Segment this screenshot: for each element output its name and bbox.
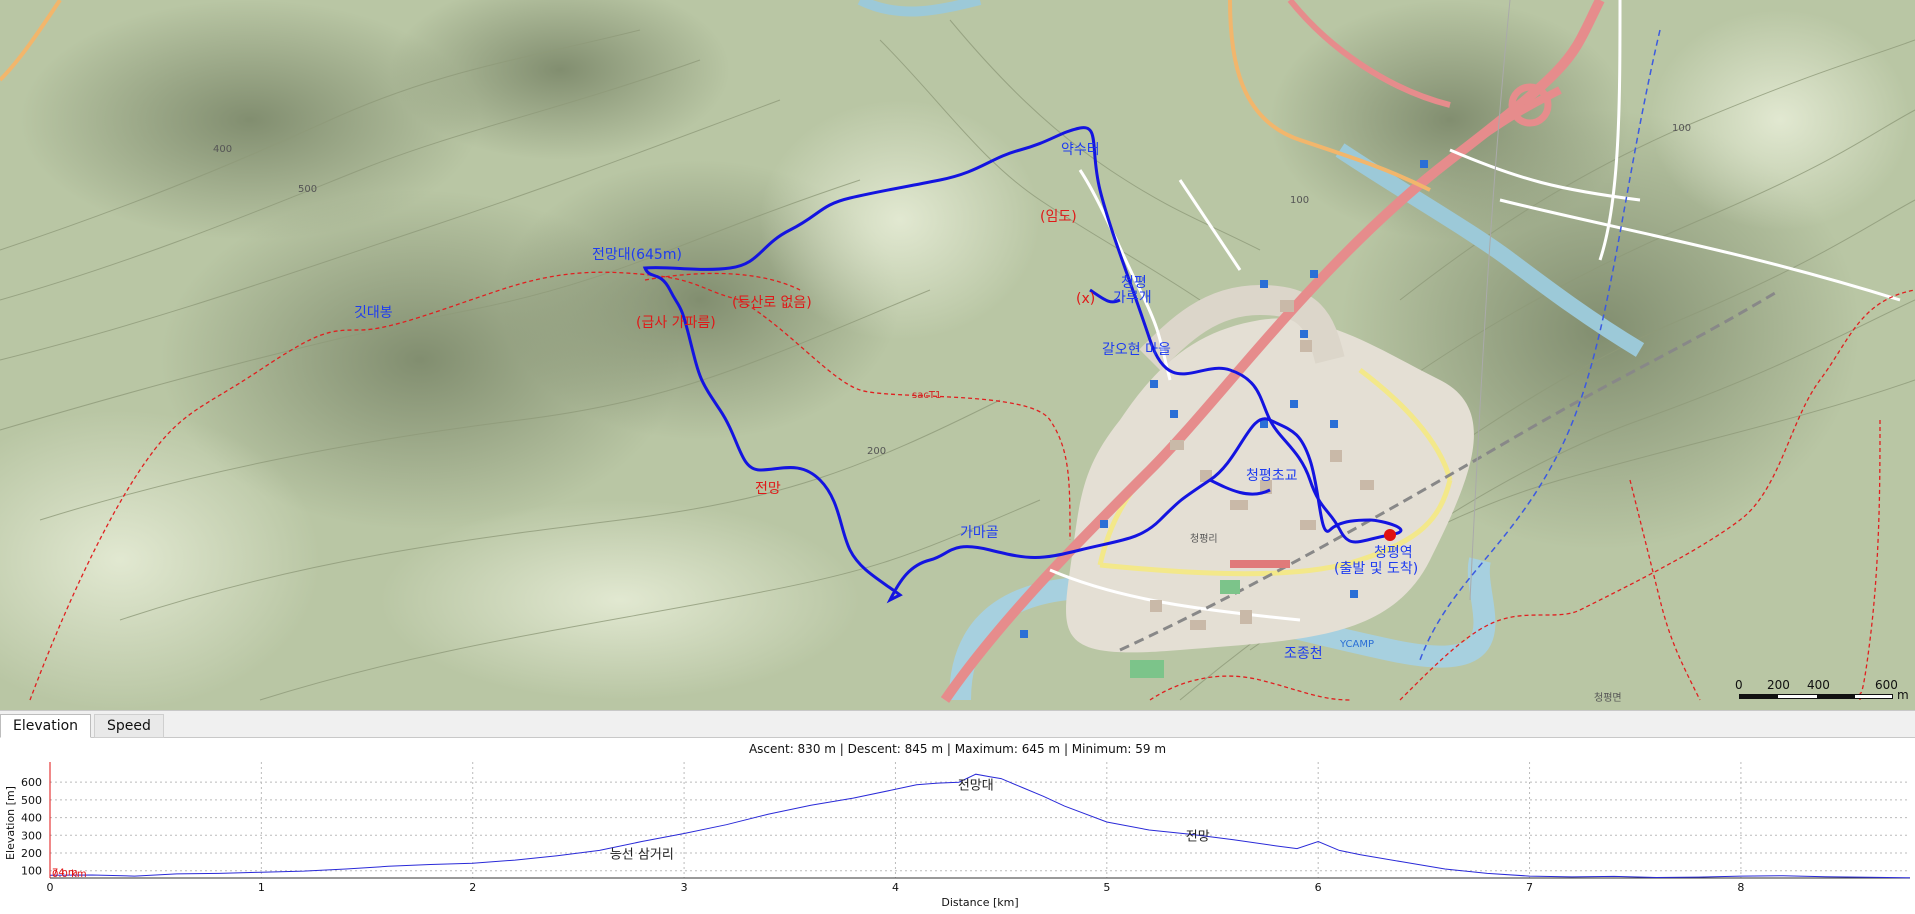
elevation-profile[interactable]: Ascent: 830 m | Descent: 845 m | Maximum… <box>0 738 1915 914</box>
label-x-mark: (x) <box>1076 291 1096 307</box>
annotation-view: 전망 <box>1186 830 1210 845</box>
label-cheongpyeong: 청평 <box>1121 275 1147 291</box>
x-tick-label: 3 <box>681 881 688 894</box>
tab-elevation[interactable]: Elevation <box>0 714 92 738</box>
x-axis-label: Distance [km] <box>941 896 1018 909</box>
label-peak: 전망대(645m) <box>592 247 682 263</box>
y-tick-label: 600 <box>21 776 42 789</box>
label-start-end: (출발 및 도착) <box>1334 561 1419 577</box>
map-canvas <box>0 0 1915 710</box>
scale-bar-graphic <box>1739 694 1893 699</box>
x-tick-label: 6 <box>1315 881 1322 894</box>
label-contour-400: 400 <box>213 144 233 155</box>
label-station: 청평역 <box>1374 545 1413 561</box>
label-forest-road: (임도) <box>1040 209 1077 225</box>
profile-tabs: Elevation Speed <box>0 710 1915 738</box>
x-tick-label: 5 <box>1103 881 1110 894</box>
label-garugae: 가루개 <box>1113 290 1152 306</box>
start-end-marker[interactable] <box>1384 529 1396 541</box>
tab-speed[interactable]: Speed <box>94 714 164 738</box>
scale-tick: 0 <box>1735 678 1743 692</box>
x-tick-label: 0 <box>47 881 54 894</box>
cursor-distance: 0.0 km <box>52 869 87 880</box>
x-tick-label: 4 <box>892 881 899 894</box>
y-tick-label: 100 <box>21 865 42 878</box>
annotation-junction: 능선 삼거리 <box>610 847 674 862</box>
scale-bar: 0 200 400 600 m <box>1735 678 1909 704</box>
x-tick-label: 8 <box>1737 881 1744 894</box>
scale-tick: 400 <box>1807 678 1830 692</box>
y-tick-label: 200 <box>21 847 42 860</box>
map-view[interactable]: 전망대(645m) 약수터 (임도) 청평 가루개 (x) 갈오현 마을 (등산… <box>0 0 1915 710</box>
label-spring: 약수터 <box>1061 142 1100 158</box>
label-galohyeon: 갈오현 마을 <box>1102 342 1171 358</box>
elevation-chart: 0 1 2 3 4 5 6 7 8 100 200 300 400 500 600 Distance [km]… <box>4 762 1911 909</box>
annotation-peak: 전망대 <box>958 778 994 793</box>
x-tick-label: 1 <box>258 881 265 894</box>
label-gamagol: 가마골 <box>960 525 999 541</box>
label-view: 전망 <box>755 481 781 497</box>
label-cheongpyeong-school: 청평초교 <box>1246 468 1298 484</box>
y-tick-label: 300 <box>21 829 42 842</box>
scale-tick: 200 <box>1767 678 1790 692</box>
scale-tick: 600 <box>1875 678 1898 692</box>
y-tick-label: 400 <box>21 812 42 825</box>
label-steep: (급사 가파름) <box>636 315 716 331</box>
label-ycamp: YCAMP <box>1340 639 1375 650</box>
x-tick-label: 7 <box>1526 881 1533 894</box>
label-contour-500: 500 <box>298 184 318 195</box>
label-contour-100b: 100 <box>1672 123 1692 134</box>
river-top <box>857 0 982 17</box>
label-mountain: 깃대봉 <box>354 305 393 321</box>
label-contour-100a: 100 <box>1290 195 1310 206</box>
label-no-trail: (등산로 없음) <box>732 295 812 311</box>
y-axis-label: Elevation [m] <box>4 786 17 860</box>
hillshade <box>0 0 1910 710</box>
label-stream: 조종천 <box>1284 646 1323 662</box>
label-cheongpyeongri: 청평리 <box>1190 534 1218 545</box>
label-contour-200: 200 <box>867 446 887 457</box>
label-myeon: 청평면 <box>1594 693 1622 704</box>
scale-unit: m <box>1897 688 1909 702</box>
y-tick-label: 500 <box>21 794 42 807</box>
x-tick-label: 2 <box>469 881 476 894</box>
label-sac-1: sacT1 <box>912 390 942 401</box>
